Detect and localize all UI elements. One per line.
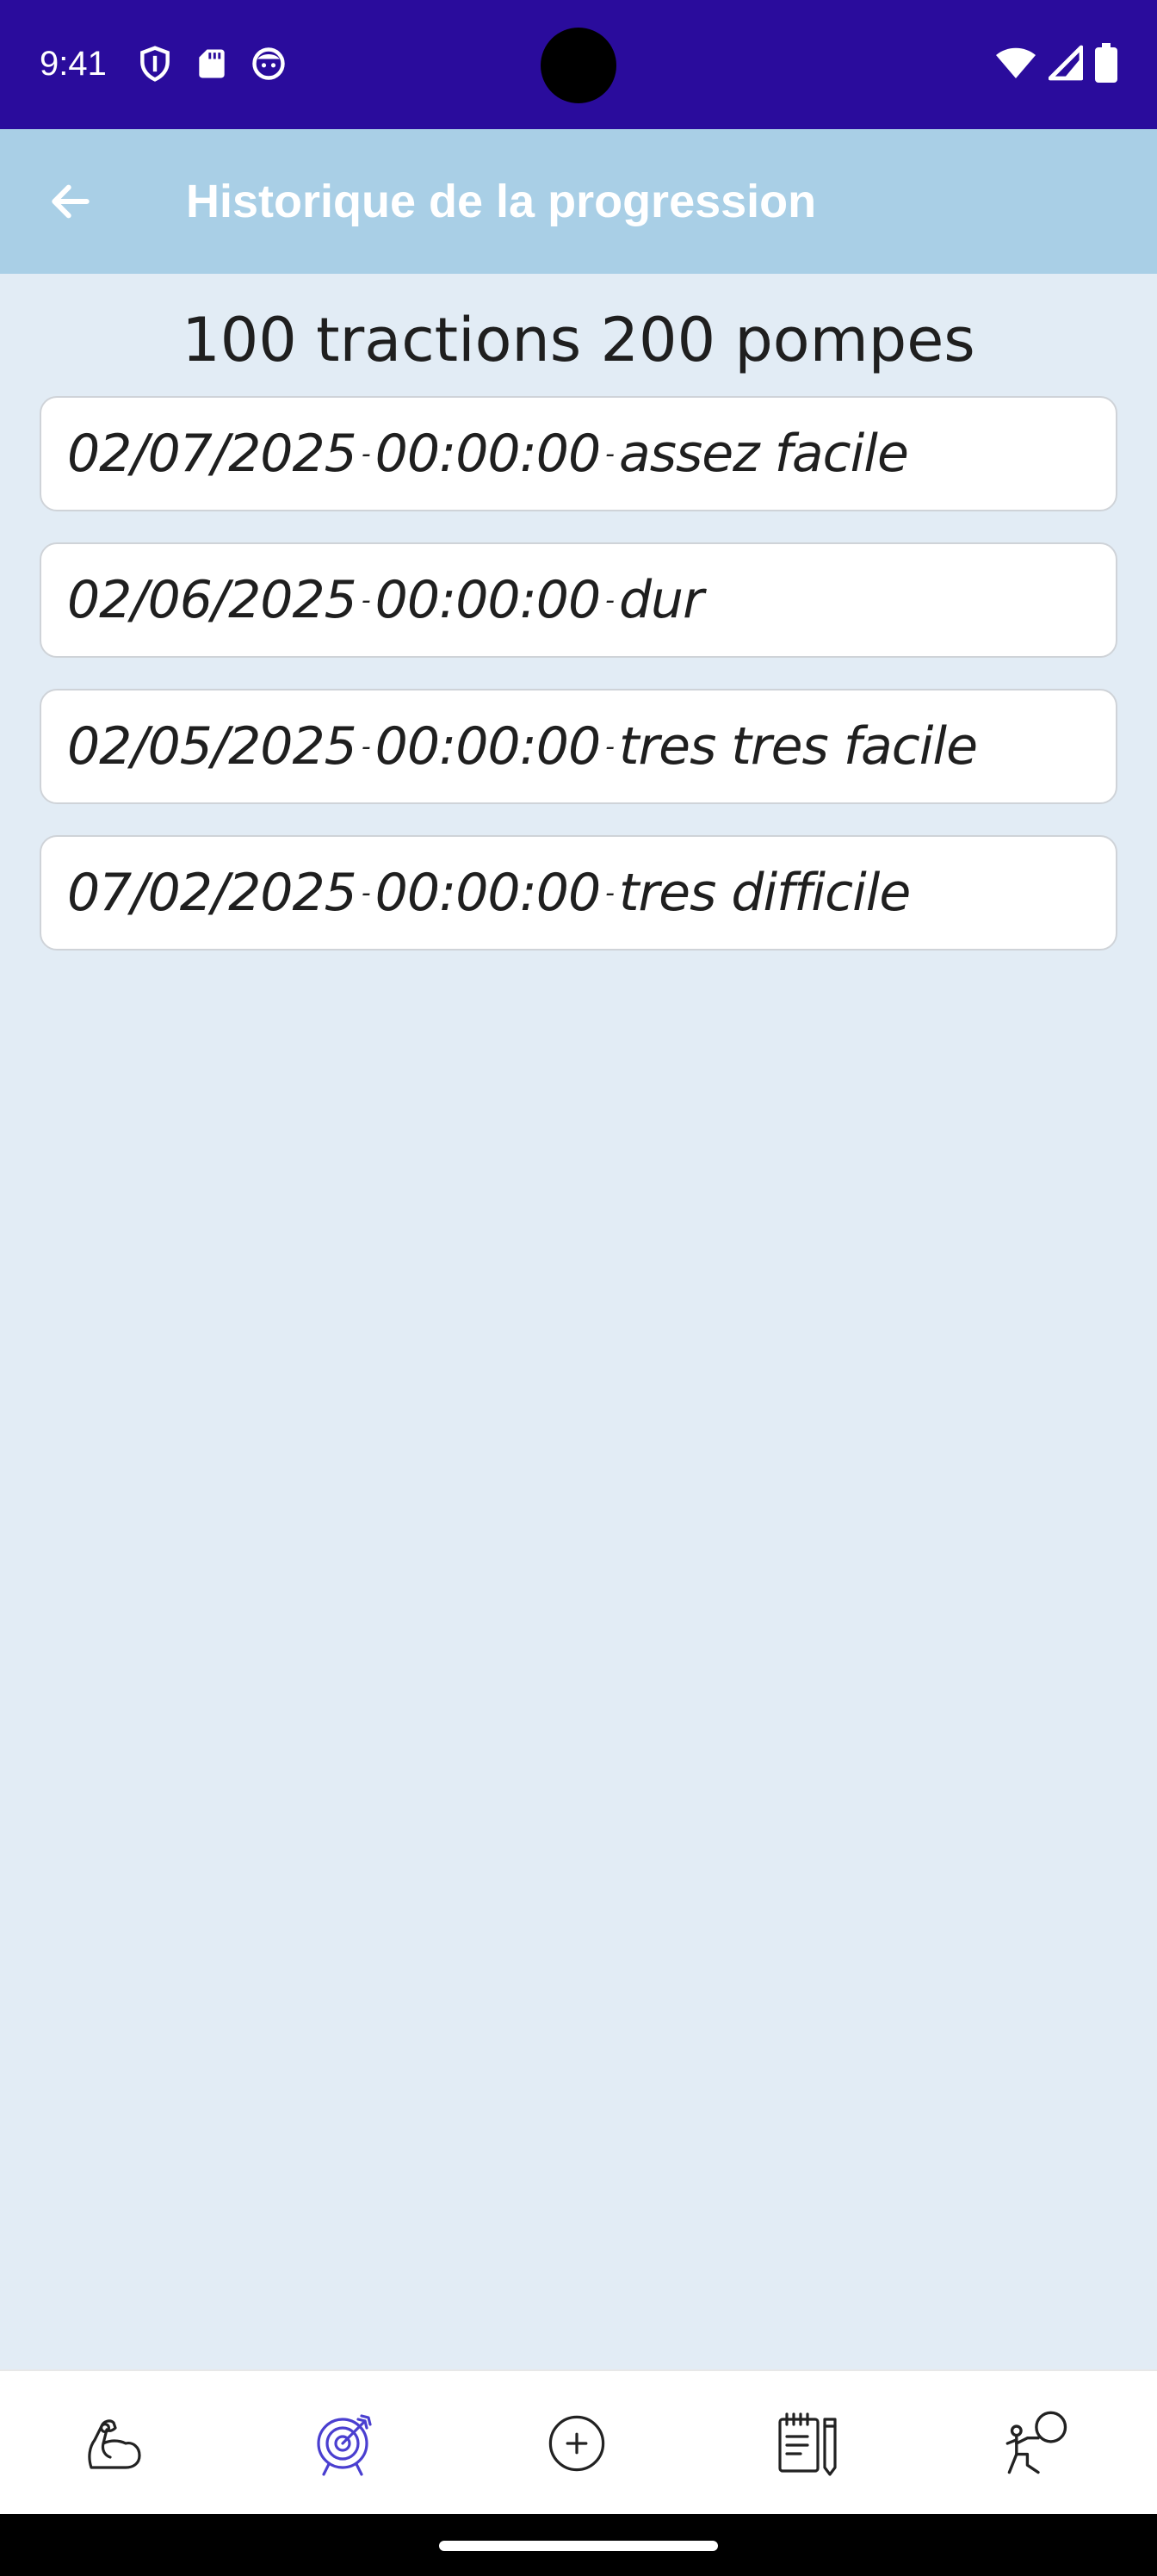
entry-separator: - [361, 731, 371, 762]
signal-icon [1049, 45, 1083, 81]
entry-time: 00:00:00 [374, 424, 601, 484]
entry-time: 00:00:00 [374, 863, 601, 923]
muscle-icon [88, 2419, 141, 2469]
entry-rating: dur [618, 570, 704, 630]
gesture-handle[interactable] [439, 2541, 718, 2551]
battery-icon [1095, 43, 1117, 83]
status-icons-right [995, 43, 1117, 83]
nav-item-workouts[interactable] [0, 2371, 231, 2516]
page-title: 100 tractions 200 pompes [182, 305, 975, 375]
status-bar: 9:41 [0, 0, 1157, 129]
list-item[interactable]: 07/02/2025-00:00:00- tres difficile [40, 835, 1117, 951]
entry-separator: - [605, 438, 615, 469]
bottom-navigation [0, 2369, 1157, 2516]
entry-separator: - [605, 877, 615, 908]
entry-date: 02/06/2025 [67, 570, 357, 630]
arrow-left-icon [52, 184, 90, 219]
app-bar-title: Historique de la progression [186, 176, 817, 227]
status-icons-left [136, 45, 288, 83]
nav-item-add[interactable] [461, 2371, 692, 2516]
status-time: 9:41 [40, 45, 107, 83]
entry-separator: - [605, 585, 615, 616]
entry-separator: - [361, 438, 371, 469]
list-item[interactable]: 02/06/2025-00:00:00- dur [40, 542, 1117, 658]
sd-card-icon [199, 49, 225, 78]
screen: 9:41 Historique de la progression 100 tr… [0, 0, 1157, 2576]
nav-item-goals[interactable] [231, 2371, 461, 2516]
entry-date: 02/05/2025 [67, 716, 357, 777]
nav-item-notes[interactable] [692, 2371, 923, 2516]
nav-item-coach[interactable] [923, 2371, 1154, 2516]
back-button[interactable] [34, 169, 107, 234]
coach-icon [1005, 2411, 1067, 2474]
face-icon [252, 47, 285, 80]
target-icon [317, 2414, 372, 2476]
camera-cutout [541, 28, 616, 103]
list-item[interactable]: 02/05/2025-00:00:00- tres tres facile [40, 689, 1117, 804]
entry-separator: - [605, 731, 615, 762]
add-circle-icon [548, 2415, 605, 2472]
progress-list: 02/07/2025-00:00:00- assez facile 02/06/2… [40, 396, 1117, 981]
entry-date: 07/02/2025 [67, 863, 357, 923]
entry-date: 02/07/2025 [67, 424, 357, 484]
entry-rating: tres difficile [618, 863, 911, 923]
entry-separator: - [361, 585, 371, 616]
list-item[interactable]: 02/07/2025-00:00:00- assez facile [40, 396, 1117, 511]
entry-rating: assez facile [618, 424, 909, 484]
entry-separator: - [361, 877, 371, 908]
wifi-icon [996, 47, 1036, 78]
entry-rating: tres tres facile [618, 716, 978, 777]
app-bar: Historique de la progression [0, 129, 1157, 274]
entry-time: 00:00:00 [374, 716, 601, 777]
notepad-icon [778, 2412, 837, 2476]
shield-icon [140, 46, 170, 82]
entry-time: 00:00:00 [374, 570, 601, 630]
